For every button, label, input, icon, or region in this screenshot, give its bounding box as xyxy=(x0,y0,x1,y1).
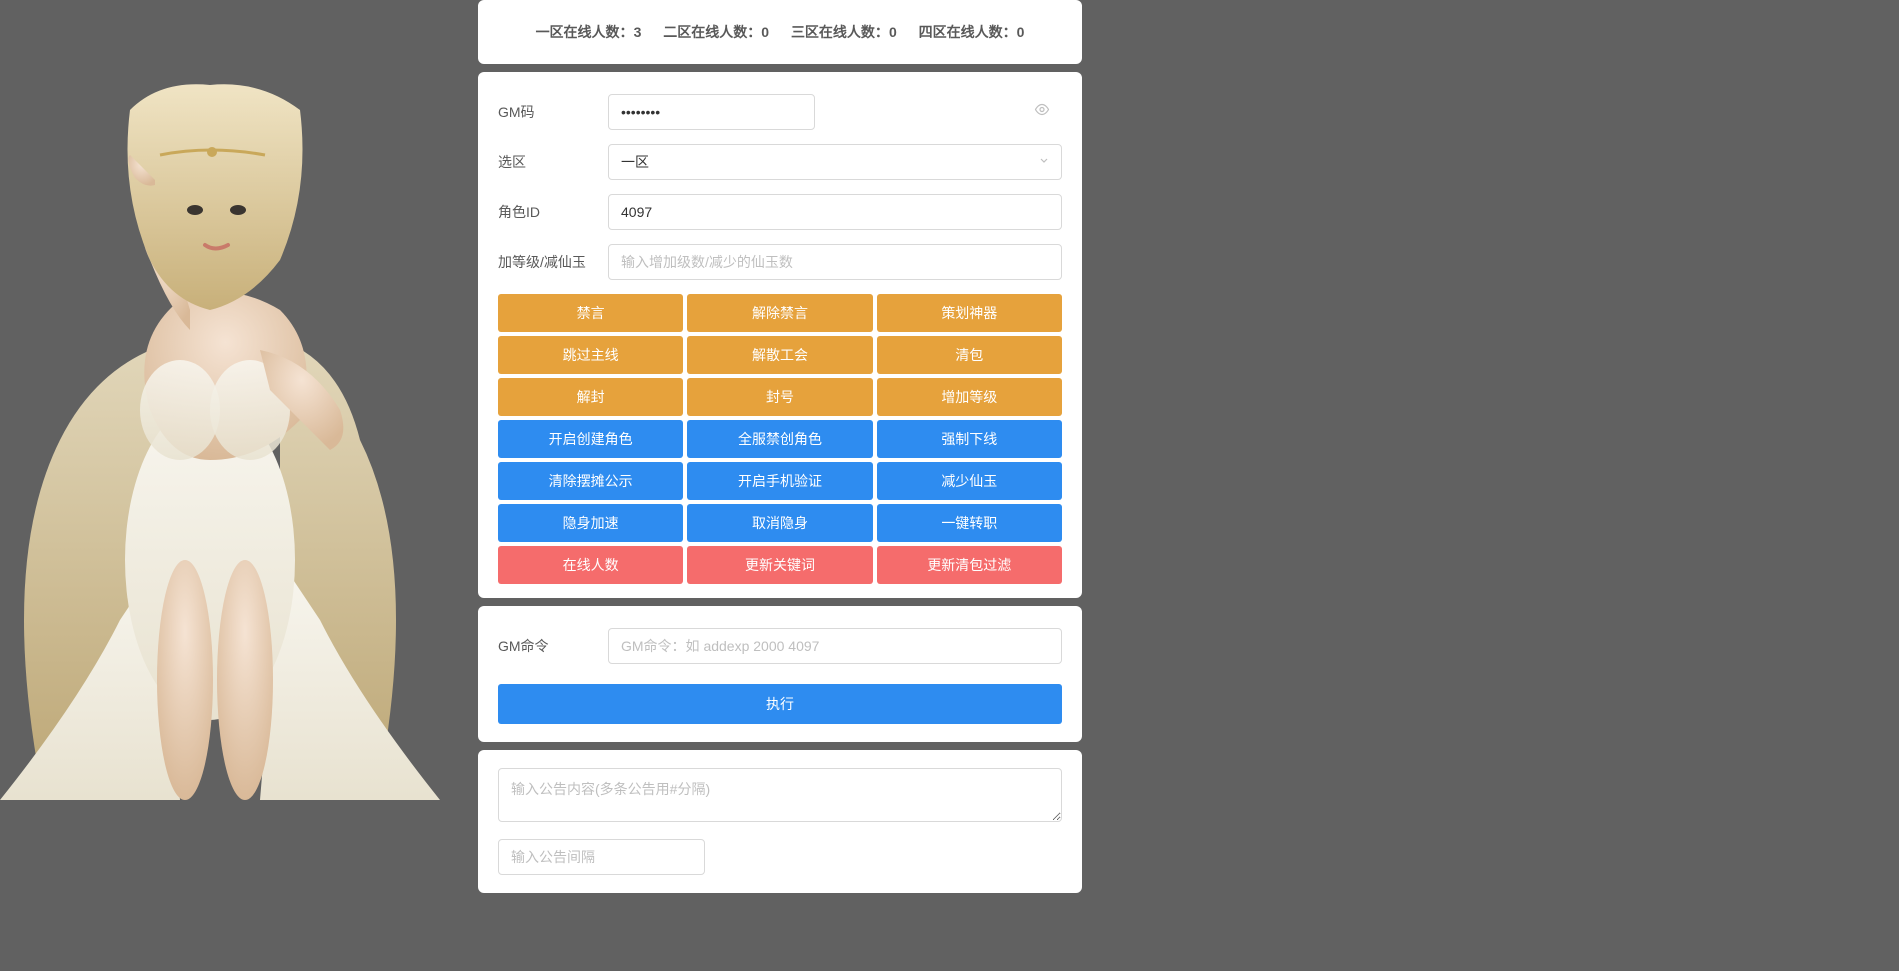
chevron-down-icon xyxy=(1038,153,1050,171)
update-keywords-button[interactable]: 更新关键词 xyxy=(687,546,872,584)
announce-card xyxy=(478,750,1082,893)
orange-button-grid: 禁言 解除禁言 策划神器 跳过主线 解散工会 清包 解封 封号 增加等级 xyxy=(498,294,1062,416)
unban-button[interactable]: 解封 xyxy=(498,378,683,416)
zone1-status: 一区在线人数：3 xyxy=(536,24,642,40)
gmcode-input[interactable] xyxy=(608,94,815,130)
unmute-button[interactable]: 解除禁言 xyxy=(687,294,872,332)
execute-button[interactable]: 执行 xyxy=(498,684,1062,724)
skip-main-button[interactable]: 跳过主线 xyxy=(498,336,683,374)
zone4-status: 四区在线人数：0 xyxy=(919,24,1025,40)
update-bag-filter-button[interactable]: 更新清包过滤 xyxy=(877,546,1062,584)
disable-create-role-button[interactable]: 全服禁创角色 xyxy=(687,420,872,458)
zone3-status: 三区在线人数：0 xyxy=(791,24,897,40)
zone-label: 选区 xyxy=(498,152,608,172)
announce-interval-input[interactable] xyxy=(498,839,705,875)
roleid-label: 角色ID xyxy=(498,202,608,222)
force-offline-button[interactable]: 强制下线 xyxy=(877,420,1062,458)
clear-bag-button[interactable]: 清包 xyxy=(877,336,1062,374)
add-level-button[interactable]: 增加等级 xyxy=(877,378,1062,416)
ban-button[interactable]: 封号 xyxy=(687,378,872,416)
form-card: GM码 选区 一区 角色ID 加等级/减仙玉 xyxy=(478,72,1082,598)
invisible-speed-button[interactable]: 隐身加速 xyxy=(498,504,683,542)
addlevel-label: 加等级/减仙玉 xyxy=(498,252,608,272)
cancel-invisible-button[interactable]: 取消隐身 xyxy=(687,504,872,542)
zone2-status: 二区在线人数：0 xyxy=(663,24,769,40)
blue-button-grid: 开启创建角色 全服禁创角色 强制下线 清除摆摊公示 开启手机验证 减少仙玉 隐身… xyxy=(498,420,1062,542)
announce-content-input[interactable] xyxy=(498,768,1062,822)
cmd-label: GM命令 xyxy=(498,636,608,656)
clear-stall-button[interactable]: 清除摆摊公示 xyxy=(498,462,683,500)
cmd-card: GM命令 执行 xyxy=(478,606,1082,742)
enable-phone-verify-button[interactable]: 开启手机验证 xyxy=(687,462,872,500)
online-count-button[interactable]: 在线人数 xyxy=(498,546,683,584)
planner-tool-button[interactable]: 策划神器 xyxy=(877,294,1062,332)
gmcode-label: GM码 xyxy=(498,102,608,122)
zone-select[interactable]: 一区 xyxy=(608,144,1062,180)
red-button-grid: 在线人数 更新关键词 更新清包过滤 xyxy=(498,546,1062,584)
enable-create-role-button[interactable]: 开启创建角色 xyxy=(498,420,683,458)
change-job-button[interactable]: 一键转职 xyxy=(877,504,1062,542)
main-panel: 一区在线人数：3 二区在线人数：0 三区在线人数：0 四区在线人数：0 GM码 … xyxy=(478,0,1082,901)
dissolve-guild-button[interactable]: 解散工会 xyxy=(687,336,872,374)
mute-button[interactable]: 禁言 xyxy=(498,294,683,332)
reduce-jade-button[interactable]: 减少仙玉 xyxy=(877,462,1062,500)
eye-icon[interactable] xyxy=(1034,102,1050,123)
addlevel-input[interactable] xyxy=(608,244,1062,280)
status-card: 一区在线人数：3 二区在线人数：0 三区在线人数：0 四区在线人数：0 xyxy=(478,0,1082,64)
character-illustration xyxy=(0,60,440,800)
cmd-input[interactable] xyxy=(608,628,1062,664)
roleid-input[interactable] xyxy=(608,194,1062,230)
